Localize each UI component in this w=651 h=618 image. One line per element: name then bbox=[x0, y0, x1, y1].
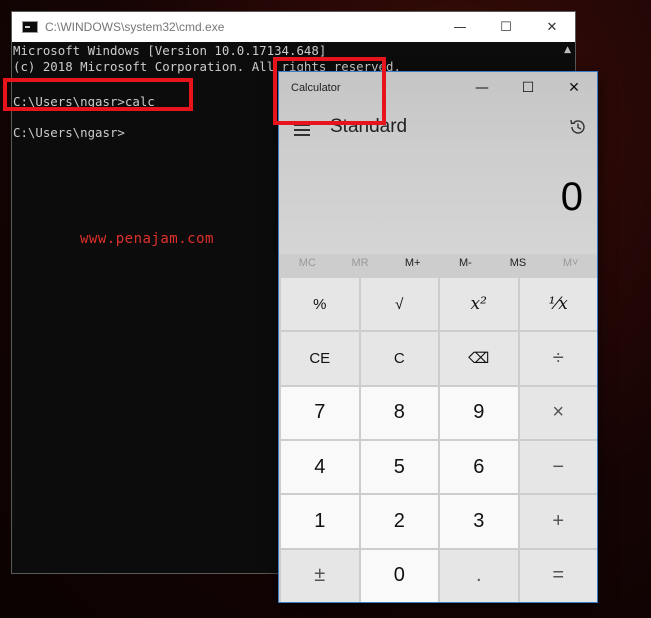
memory-recall-button[interactable]: MR bbox=[334, 252, 387, 274]
divide-button[interactable]: ÷ bbox=[519, 332, 597, 385]
memory-add-button[interactable]: M+ bbox=[386, 252, 439, 274]
minimize-button[interactable]: — bbox=[437, 12, 483, 42]
digit-2-button[interactable]: 2 bbox=[360, 495, 438, 548]
digit-6-button[interactable]: 6 bbox=[440, 440, 518, 494]
result-display: 0 bbox=[560, 175, 583, 219]
highlight-box-command bbox=[3, 78, 193, 111]
add-button[interactable]: + bbox=[519, 495, 597, 548]
negate-button[interactable]: ± bbox=[281, 549, 359, 602]
digit-3-button[interactable]: 3 bbox=[440, 495, 518, 548]
cmd-titlebar[interactable]: C:\WINDOWS\system32\cmd.exe — ☐ ✕ bbox=[12, 12, 575, 42]
memory-store-button[interactable]: MS bbox=[492, 252, 545, 274]
calc-minimize-button[interactable]: — bbox=[459, 72, 505, 104]
reciprocal-button[interactable]: ¹⁄x bbox=[519, 278, 597, 331]
cmd-window-title: C:\WINDOWS\system32\cmd.exe bbox=[45, 20, 225, 34]
keypad: % √ x² ¹⁄x CE C ⌫ ÷ 7 8 9 × 4 5 6− 1 2 3 + ±0. = bbox=[281, 278, 597, 602]
digit-9-button[interactable]: 9 bbox=[440, 386, 518, 439]
decimal-button[interactable]: . bbox=[440, 549, 518, 602]
digit-0-button[interactable]: 0 bbox=[360, 549, 438, 602]
square-root-button[interactable]: √ bbox=[360, 278, 438, 331]
memory-row: MC MR M+ M- MS M˅ bbox=[281, 252, 597, 274]
memory-list-button[interactable]: M˅ bbox=[544, 252, 597, 274]
clear-button[interactable]: C bbox=[360, 332, 438, 385]
calc-close-button[interactable]: ✕ bbox=[551, 72, 597, 104]
scroll-up-arrow-icon[interactable]: ▲ bbox=[564, 45, 571, 55]
digit-1-button[interactable]: 1 bbox=[281, 495, 359, 548]
square-button[interactable]: x² bbox=[440, 278, 518, 331]
memory-subtract-button[interactable]: M- bbox=[439, 252, 492, 274]
calculator-window: Calculator — ☐ ✕ Standard 0 MC MR M+ M- … bbox=[278, 71, 598, 603]
digit-4-button[interactable]: 4 bbox=[281, 440, 359, 494]
digit-5-button[interactable]: 5 bbox=[360, 440, 438, 494]
backspace-button[interactable]: ⌫ bbox=[440, 332, 518, 385]
close-button[interactable]: ✕ bbox=[529, 12, 575, 42]
calc-maximize-button[interactable]: ☐ bbox=[505, 72, 551, 104]
watermark: www.penajam.com bbox=[80, 231, 214, 247]
clear-entry-button[interactable]: CE bbox=[281, 332, 359, 385]
multiply-button[interactable]: × bbox=[519, 386, 597, 439]
equals-button[interactable]: = bbox=[519, 549, 597, 602]
history-icon[interactable] bbox=[569, 118, 587, 136]
subtract-button[interactable]: − bbox=[519, 440, 597, 494]
digit-8-button[interactable]: 8 bbox=[360, 386, 438, 439]
memory-clear-button[interactable]: MC bbox=[281, 252, 334, 274]
digit-7-button[interactable]: 7 bbox=[281, 386, 359, 439]
percent-button[interactable]: % bbox=[281, 278, 359, 331]
menu-icon[interactable] bbox=[294, 124, 310, 136]
highlight-box-calculator bbox=[273, 57, 386, 125]
cmd-app-icon bbox=[22, 21, 38, 33]
cmd-line: C:\Users\ngasr> bbox=[13, 125, 125, 140]
maximize-button[interactable]: ☐ bbox=[483, 12, 529, 42]
